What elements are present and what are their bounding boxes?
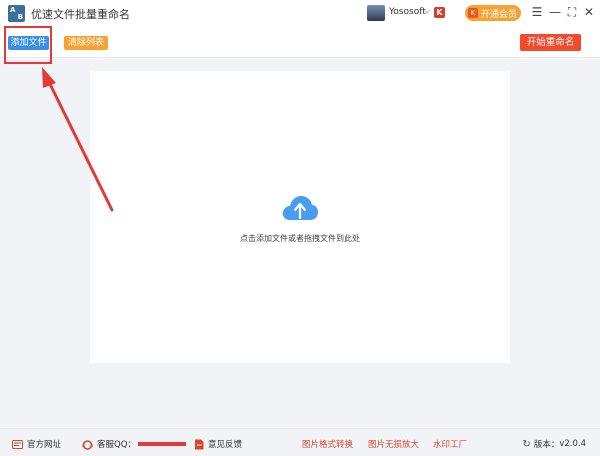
image-convert-link[interactable]: 图片格式转换 <box>302 438 353 450</box>
image-enlarge-link[interactable]: 图片无损放大 <box>368 438 419 450</box>
app-logo-icon: A B <box>8 5 25 22</box>
website-icon <box>12 439 23 449</box>
version-info: ↻ 版本： v2.0.4 <box>522 438 586 451</box>
vip-button[interactable]: K 开通会员 <box>465 5 521 21</box>
document-icon <box>195 439 204 449</box>
feedback-link[interactable]: 意见反馈 <box>194 438 242 450</box>
vip-icon: K <box>468 8 478 18</box>
menu-icon[interactable]: ☰ <box>530 5 544 19</box>
account-badge-icon[interactable]: K <box>434 7 445 18</box>
version-label: 版本： <box>533 440 560 450</box>
version-value: v2.0.4 <box>559 439 586 449</box>
support-qq-link[interactable]: 客服QQ： <box>82 438 186 450</box>
headset-icon <box>82 439 93 450</box>
annotation-highlight-box <box>4 26 52 64</box>
official-website-link[interactable]: 官方网址 <box>12 438 61 450</box>
footer-bar: 官方网址 客服QQ： 意见反馈 图片格式转换 图片无损放大 水印工厂 ↻ 版本：… <box>0 428 600 456</box>
feedback-label: 意见反馈 <box>208 440 243 450</box>
refresh-icon[interactable]: ↻ <box>522 439 530 450</box>
app-logo-glyph-a: A <box>10 6 16 14</box>
cloud-upload-icon[interactable] <box>281 193 319 223</box>
clear-list-button[interactable]: 清除列表 <box>64 36 108 50</box>
close-icon[interactable]: ✕ <box>582 5 596 19</box>
official-website-label: 官方网址 <box>27 440 62 450</box>
maximize-icon[interactable]: ⛶ <box>565 5 579 20</box>
user-avatar[interactable] <box>367 5 385 21</box>
vip-button-label: 开通会员 <box>481 9 518 20</box>
app-title: 优速文件批量重命名 <box>31 8 130 21</box>
title-bar: A B 优速文件批量重命名 Yososoft ⌵ K K 开通会员 ☰ — ⛶ … <box>0 0 600 26</box>
toolbar: 添加文件 清除列表 开始重命名 <box>0 26 600 58</box>
watermark-link[interactable]: 水印工厂 <box>433 438 467 450</box>
app-logo-glyph-b: B <box>17 13 23 21</box>
minimize-icon[interactable]: — <box>548 5 562 19</box>
start-rename-button[interactable]: 开始重命名 <box>520 34 581 51</box>
qq-number-redacted <box>137 442 186 446</box>
drop-hint-text: 点击添加文件或者拖拽文件到此处 <box>240 234 360 243</box>
user-name[interactable]: Yososoft <box>389 7 426 17</box>
chevron-down-icon[interactable]: ⌵ <box>424 6 430 16</box>
support-qq-label: 客服QQ： <box>97 440 136 450</box>
